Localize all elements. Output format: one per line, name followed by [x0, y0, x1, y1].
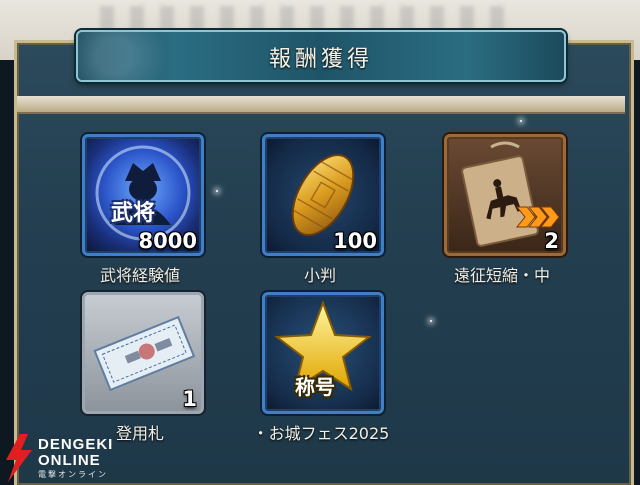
watermark-line2: ONLINE — [38, 452, 101, 469]
reward-label: 遠征短縮・中 — [453, 266, 550, 285]
reward-item-recruit-ticket[interactable]: 1 — [82, 292, 204, 414]
reward-label: ・お城フェス2025 — [252, 424, 390, 443]
reward-item-koban[interactable]: 100 — [262, 134, 384, 256]
sparkle — [216, 190, 218, 192]
dengeki-online-watermark: DENGEKI ONLINE 電撃オンライン — [0, 430, 150, 482]
lightning-logo-icon — [6, 434, 32, 482]
reward-label: 小判 — [303, 266, 336, 285]
reward-label: 武将経験値 — [99, 266, 180, 285]
panel-header-rail — [17, 96, 625, 114]
watermark-line3: 電撃オンライン — [38, 470, 108, 479]
title-badge: 称号 — [295, 375, 335, 399]
reward-quantity: 2 — [544, 229, 559, 253]
general-badge: 武将 — [111, 201, 156, 226]
sparkle — [520, 120, 522, 122]
title-banner: 報酬獲得 — [76, 30, 566, 82]
reward-item-general-exp[interactable]: 武将 8000 — [82, 134, 204, 256]
watermark-line1: DENGEKI — [38, 436, 114, 453]
reward-quantity: 1 — [182, 387, 197, 411]
reward-item-expedition-shorten[interactable]: 2 — [444, 134, 566, 256]
reward-quantity: 100 — [333, 229, 377, 253]
reward-item-title[interactable]: 称号 — [262, 292, 384, 414]
sparkle — [430, 320, 432, 322]
reward-quantity: 8000 — [138, 229, 197, 253]
dialog-title: 報酬獲得 — [268, 47, 373, 72]
